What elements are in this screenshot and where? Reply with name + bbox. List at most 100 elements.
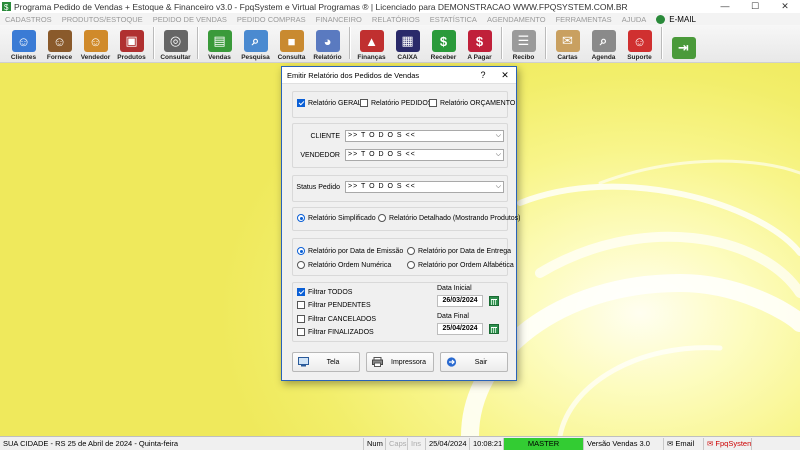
tela-button-label: Tela [326, 358, 340, 366]
relatorio-geral-label: Relatório GERAL [308, 99, 362, 107]
ordem-numerica-radio[interactable]: Relatório Ordem Numérica [297, 261, 391, 269]
toolbar-button-suporte[interactable]: ☺ Suporte [622, 25, 657, 61]
dialog-titlebar: Emitir Relatório dos Pedidos de Vendas ?… [282, 67, 516, 84]
cliente-select-value: >> T O D O S << [348, 132, 416, 139]
toolbar-button-a-pagar[interactable]: $ A Pagar [462, 25, 497, 61]
toolbar-button-clientes[interactable]: ☺ Clientes [6, 25, 41, 61]
close-window-button[interactable]: ✕ [770, 0, 800, 13]
consult-icon: ◎ [163, 30, 188, 52]
data-final-input[interactable]: 25/04/2024 [437, 323, 483, 335]
relatorio-geral-checkbox[interactable]: Relatório GERAL [297, 99, 362, 107]
ordering-group [292, 238, 508, 276]
radio-unselected [297, 261, 305, 269]
cart-icon: ▤ [207, 30, 232, 52]
relatorio-orcamento-checkbox[interactable]: Relatório ORÇAMENTO [429, 99, 515, 107]
toolbar-button-label: Relatório [313, 54, 342, 61]
menu-relatorios[interactable]: RELATÓRIOS [367, 15, 425, 24]
status-version: Versão Vendas 3.0 [584, 437, 664, 450]
toolbar-button-label: Clientes [10, 54, 37, 61]
receive-money-icon: $ [431, 30, 456, 52]
toolbar-button-produtos[interactable]: ▣ Produtos [114, 25, 149, 61]
filtrar-finalizados-checkbox[interactable]: Filtrar FINALIZADOS [297, 328, 374, 336]
filtrar-pendentes-checkbox[interactable]: Filtrar PENDENTES [297, 301, 371, 309]
screen-icon [298, 357, 309, 367]
ordem-alfabetica-radio[interactable]: Relatório por Ordem Alfabética [407, 261, 514, 269]
toolbar-separator [545, 27, 547, 59]
users-icon: ☺ [11, 30, 36, 52]
globe-icon [656, 14, 666, 24]
status-pedido-select[interactable]: >> T O D O S << ⌵ [345, 181, 504, 193]
menu-produtos-estoque[interactable]: PRODUTOS/ESTOQUE [57, 15, 148, 24]
relatorio-simplificado-label: Relatório Simplificado [308, 214, 376, 222]
toolbar-button-cartas[interactable]: ✉ Cartas [550, 25, 585, 61]
checkbox-checked [297, 99, 305, 107]
impressora-button[interactable]: Impressora [366, 352, 434, 372]
checkbox-unchecked [429, 99, 437, 107]
relatorio-pedidos-checkbox[interactable]: Relatório PEDIDOS [360, 99, 432, 107]
vendedor-select-value: >> T O D O S << [348, 151, 416, 158]
salesman-icon: ☺ [83, 30, 108, 52]
menu-estatistica[interactable]: ESTATÍSTICA [425, 15, 482, 24]
filtrar-todos-checkbox[interactable]: Filtrar TODOS [297, 288, 352, 296]
status-time: 10:08:21 [470, 437, 504, 450]
help-button[interactable]: ? [472, 70, 494, 80]
calendar-icon[interactable] [489, 324, 499, 334]
cliente-select[interactable]: >> T O D O S << ⌵ [345, 130, 504, 142]
toolbar-button-label: Vendedor [80, 54, 111, 61]
calendar-icon[interactable] [489, 296, 499, 306]
menu-ferramentas[interactable]: FERRAMENTAS [551, 15, 617, 24]
dialog-close-button[interactable]: ✕ [494, 70, 516, 81]
status-pedido-select-value: >> T O D O S << [348, 183, 416, 190]
menu-email[interactable]: E-MAIL [651, 14, 701, 24]
toolbar-button-vendas[interactable]: ▤ Vendas [202, 25, 237, 61]
status-brand[interactable]: ✉ FpqSystem [704, 437, 752, 450]
checkbox-unchecked [297, 301, 305, 309]
minimize-button[interactable]: — [710, 0, 740, 13]
toolbar-button-recibo[interactable]: ☰ Recibo [506, 25, 541, 61]
vendedor-label: VENDEDOR [300, 152, 340, 159]
toolbar-button-receber[interactable]: $ Receber [426, 25, 461, 61]
receipt-icon: ☰ [511, 30, 536, 52]
products-icon: ▣ [119, 30, 144, 52]
vendedor-select[interactable]: >> T O D O S << ⌵ [345, 149, 504, 161]
status-caps-lock: Caps [386, 437, 408, 450]
relatorio-simplificado-radio[interactable]: Relatório Simplificado [297, 214, 376, 222]
ordem-data-emissao-label: Relatório por Data de Emissão [308, 247, 404, 255]
relatorio-detalhado-radio[interactable]: Relatório Detalhado (Mostrando Produtos) [378, 214, 521, 222]
filtrar-cancelados-checkbox[interactable]: Filtrar CANCELADOS [297, 315, 376, 323]
chevron-down-icon: ⌵ [495, 183, 501, 190]
menu-financeiro[interactable]: FINANCEIRO [311, 15, 367, 24]
menu-agendamento[interactable]: AGENDAMENTO [482, 15, 551, 24]
menu-pedido-compras[interactable]: PEDIDO COMPRAS [232, 15, 311, 24]
menu-ajuda[interactable]: AJUDA [617, 15, 652, 24]
ordem-data-emissao-radio[interactable]: Relatório por Data de Emissão [297, 247, 403, 255]
status-insert: Ins [408, 437, 426, 450]
data-inicial-input[interactable]: 26/03/2024 [437, 295, 483, 307]
toolbar-separator [349, 27, 351, 59]
toolbar-button-relat-rio[interactable]: ◕ Relatório [310, 25, 345, 61]
toolbar-button-label: Suporte [627, 54, 652, 61]
menu-pedido-vendas[interactable]: PEDIDO DE VENDAS [148, 15, 232, 24]
status-email[interactable]: ✉ Email [664, 437, 704, 450]
toolbar-button-caixa[interactable]: ▦ CAIXA [390, 25, 425, 61]
main-toolbar: ☺ Clientes ☺ Fornece ☺ Vendedor ▣ Produtos ◎ Cons… [0, 25, 800, 63]
ordem-numerica-label: Relatório Ordem Numérica [308, 261, 392, 269]
ordem-data-entrega-radio[interactable]: Relatório por Data de Entrega [407, 247, 511, 255]
toolbar-button-vendedor[interactable]: ☺ Vendedor [78, 25, 113, 61]
toolbar-button-consultar[interactable]: ◎ Consultar [158, 25, 193, 61]
checkbox-unchecked [297, 328, 305, 336]
menu-cadastros[interactable]: CADASTROS [0, 15, 57, 24]
toolbar-button-agenda[interactable]: ⌕ Agenda [586, 25, 621, 61]
maximize-button[interactable]: ☐ [740, 0, 770, 13]
report-dialog: Emitir Relatório dos Pedidos de Vendas ?… [281, 66, 521, 381]
toolbar-button-fornece[interactable]: ☺ Fornece [42, 25, 77, 61]
sair-button[interactable]: Sair [440, 352, 508, 372]
toolbar-button-pesquisa[interactable]: ⌕ Pesquisa [238, 25, 273, 61]
toolbar-button-label: Agenda [591, 54, 616, 61]
toolbar-button-exit[interactable]: ⇥ [666, 25, 701, 61]
supplier-icon: ☺ [47, 30, 72, 52]
envelope-icon: ✉ [667, 438, 674, 448]
tela-button[interactable]: Tela [292, 352, 360, 372]
toolbar-button-consulta[interactable]: ■ Consulta [274, 25, 309, 61]
toolbar-button-finan-as[interactable]: ▲ Finanças [354, 25, 389, 61]
